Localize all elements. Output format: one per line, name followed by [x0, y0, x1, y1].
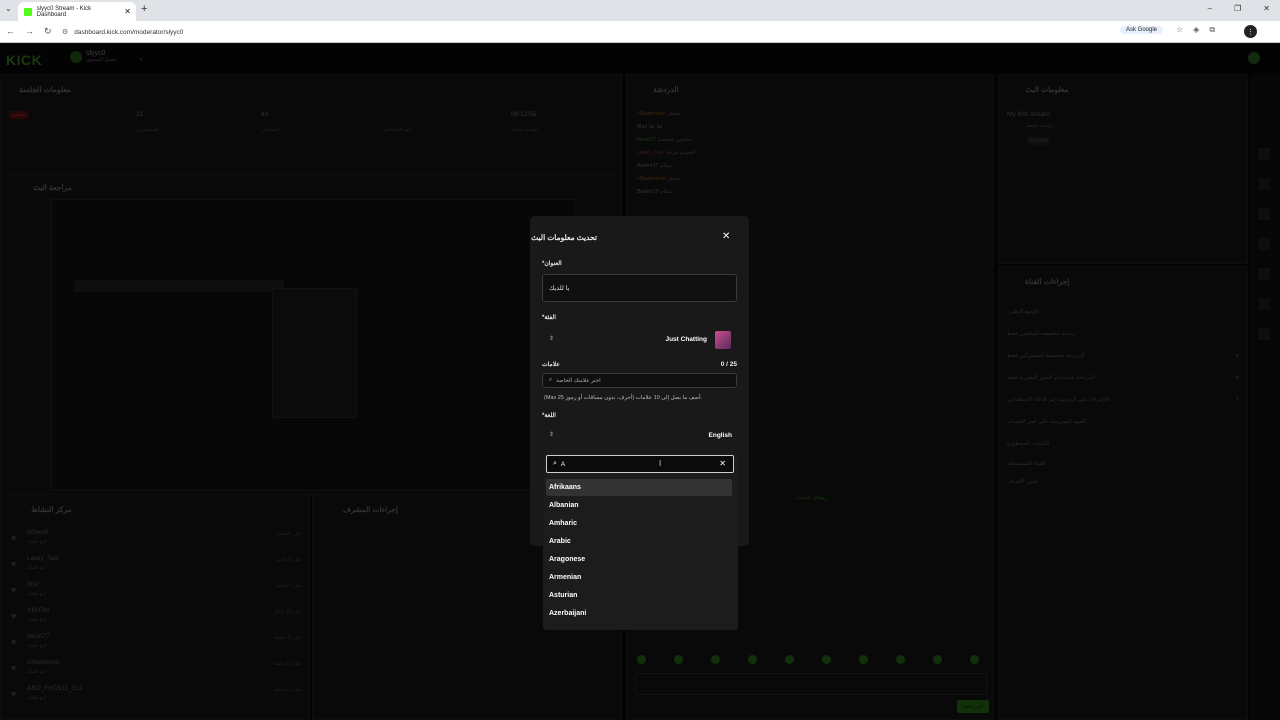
- title-value: يا للديك: [549, 285, 570, 292]
- language-dropdown: ⌕ A I ✕ Afrikaans Albanian Amharic Arabi…: [543, 453, 738, 630]
- language-option[interactable]: Armenian: [546, 569, 732, 586]
- url-text: dashboard.kick.com/moderator/slyyc0: [74, 28, 184, 36]
- tags-input[interactable]: ⌕ اختر علامتك الخاصة: [542, 373, 737, 388]
- back-icon[interactable]: ←: [6, 26, 15, 37]
- close-window-icon[interactable]: ✕: [1263, 4, 1270, 13]
- forward-icon[interactable]: →: [25, 26, 34, 37]
- clear-icon[interactable]: ✕: [719, 459, 726, 468]
- tags-hint: (Max 25 أحرف، بدون مسافات أو رموز) أضف م…: [544, 395, 703, 401]
- language-option[interactable]: Azerbaijani: [546, 605, 732, 622]
- bookmark-star-icon[interactable]: ☆: [1176, 25, 1183, 35]
- updown-icon: ⇕: [549, 336, 555, 342]
- updown-icon: ⇕: [549, 432, 555, 438]
- url-field[interactable]: ⚙ dashboard.kick.com/moderator/slyyc0: [62, 25, 1162, 39]
- category-value: Just Chatting: [665, 336, 707, 343]
- close-tab-icon[interactable]: ✕: [124, 7, 131, 16]
- extension-shield-icon[interactable]: ◈: [1193, 25, 1199, 35]
- language-value: English: [708, 432, 732, 439]
- language-option[interactable]: Amharic: [546, 515, 732, 532]
- tab-title: slyyc0 Stream - Kick Dashboard: [36, 5, 92, 18]
- new-tab-button[interactable]: +: [141, 3, 147, 15]
- profile-avatar[interactable]: ⋮: [1244, 25, 1257, 38]
- language-option[interactable]: Albanian: [546, 497, 732, 514]
- kick-favicon-icon: [24, 7, 32, 16]
- category-thumbnail: [715, 331, 731, 349]
- browser-tab-strip: ⌄ slyyc0 Stream - Kick Dashboard ✕ + – ❐…: [0, 0, 1280, 21]
- nav-buttons: ← → ↻: [6, 26, 52, 37]
- tab-list-icon[interactable]: ⌄: [5, 4, 12, 13]
- tags-placeholder: اختر علامتك الخاصة: [556, 377, 601, 384]
- search-icon: ⌕: [553, 460, 557, 467]
- search-icon: ⌕: [549, 377, 553, 383]
- text-cursor-icon: I: [659, 459, 662, 468]
- address-bar: ← → ↻ ⚙ dashboard.kick.com/moderator/sly…: [0, 21, 1280, 43]
- language-select[interactable]: ⇕ English: [542, 424, 737, 448]
- reload-icon[interactable]: ↻: [44, 26, 52, 37]
- browser-tab[interactable]: slyyc0 Stream - Kick Dashboard ✕: [18, 2, 136, 21]
- modal-title: تحديث معلومات البث: [531, 233, 597, 242]
- category-select[interactable]: ⇕ Just Chatting: [542, 328, 737, 352]
- tags-label: علامات: [542, 362, 560, 368]
- language-option[interactable]: Arabic: [546, 533, 732, 550]
- restore-icon[interactable]: ❐: [1234, 4, 1241, 13]
- window-controls: – ❐ ✕: [1208, 4, 1270, 13]
- language-label: *اللغة: [542, 413, 556, 419]
- extension-icons: ☆ ◈ ⧉: [1176, 25, 1215, 35]
- title-input[interactable]: يا للديك: [542, 274, 737, 302]
- category-label: *الفئة: [542, 315, 556, 321]
- minimize-icon[interactable]: –: [1208, 4, 1212, 13]
- ask-google-button[interactable]: Ask Google: [1120, 26, 1164, 34]
- site-info-icon[interactable]: ⚙: [62, 28, 68, 36]
- language-search-value: A: [560, 460, 566, 468]
- close-icon[interactable]: ✕: [722, 231, 730, 242]
- language-option[interactable]: Afrikaans: [546, 479, 732, 496]
- language-search-input[interactable]: ⌕ A I ✕: [546, 455, 734, 473]
- extensions-puzzle-icon[interactable]: ⧉: [1209, 25, 1215, 35]
- title-label: *العنوان: [542, 261, 562, 267]
- tags-count: 0 / 25: [720, 361, 737, 368]
- language-option[interactable]: Asturian: [546, 587, 732, 604]
- language-option[interactable]: Aragonese: [546, 551, 732, 568]
